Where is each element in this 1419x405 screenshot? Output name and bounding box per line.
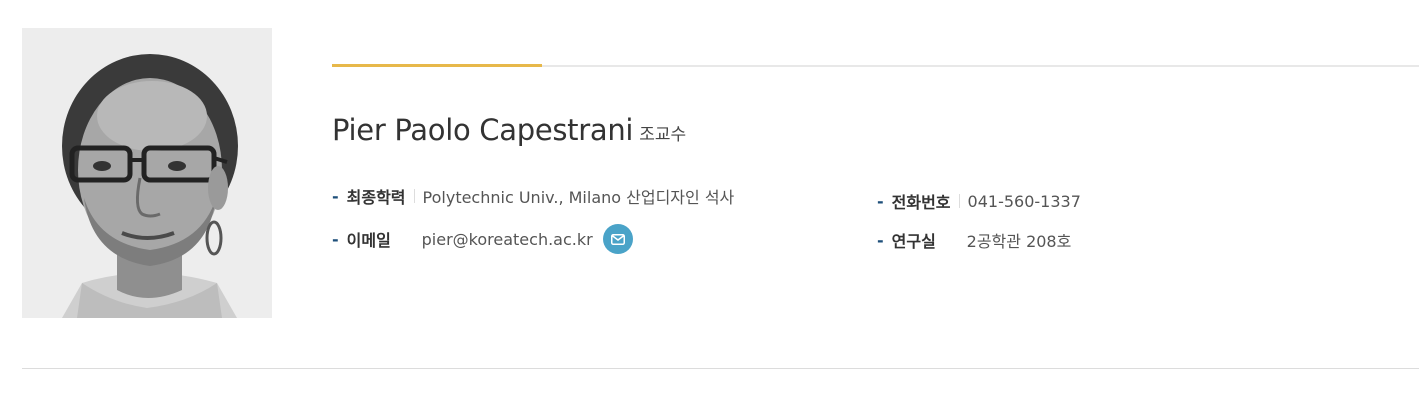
label-separator	[958, 194, 960, 208]
info-phone: - 전화번호 041-560-1337	[877, 189, 1081, 213]
bullet-dash: -	[877, 191, 884, 211]
education-label: 최종학력	[346, 188, 406, 207]
phone-value: 041-560-1337	[967, 191, 1081, 211]
office-value: 2공학관 208호	[966, 232, 1072, 251]
info-office: - 연구실 2공학관 208호	[877, 228, 1071, 252]
info-education: - 최종학력 Polytechnic Univ., Milano 산업디자인 석…	[332, 184, 734, 208]
email-value: pier@koreatech.ac.kr	[421, 229, 593, 249]
phone-label: 전화번호	[891, 193, 951, 212]
bullet-dash: -	[332, 186, 339, 206]
profile-name: Pier Paolo Capestrani	[332, 113, 634, 147]
education-value: Polytechnic Univ., Milano 산업디자인 석사	[422, 188, 735, 207]
office-label: 연구실	[891, 232, 936, 251]
bullet-dash: -	[332, 229, 339, 249]
profile-heading: Pier Paolo Capestrani 조교수	[332, 113, 686, 147]
email-label: 이메일	[346, 231, 391, 250]
profile-title: 조교수	[639, 125, 687, 145]
bullet-dash: -	[877, 230, 884, 250]
profile-photo	[22, 28, 272, 318]
info-email: - 이메일 pier@koreatech.ac.kr	[332, 224, 633, 254]
mail-icon	[610, 233, 625, 245]
header-accent-line	[332, 64, 542, 67]
label-separator	[413, 232, 414, 246]
label-separator	[958, 233, 959, 247]
send-email-button[interactable]	[602, 224, 633, 254]
label-separator	[413, 189, 415, 203]
section-divider	[22, 368, 1419, 369]
